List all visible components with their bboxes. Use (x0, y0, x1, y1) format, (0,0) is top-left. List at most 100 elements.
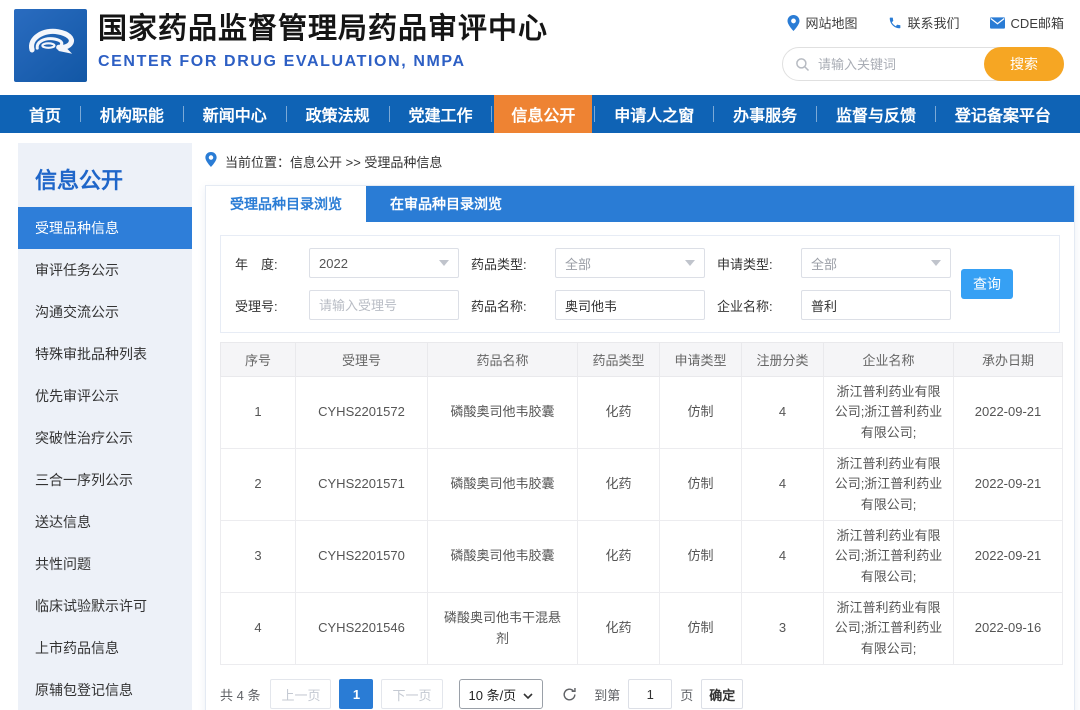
sidebar-item-review-tasks[interactable]: 审评任务公示 (18, 249, 192, 291)
current-page-button[interactable]: 1 (339, 679, 373, 709)
tab-bar: 受理品种目录浏览 在审品种目录浏览 (206, 186, 1074, 222)
nav-item-policy[interactable]: 政策法规 (289, 95, 387, 133)
cell-reg-class: 4 (742, 521, 824, 593)
nav-item-supervision[interactable]: 监督与反馈 (819, 95, 933, 133)
tab-under-review-catalog[interactable]: 在审品种目录浏览 (366, 186, 526, 222)
search-input[interactable] (818, 57, 984, 72)
sidebar-item-three-in-one[interactable]: 三合一序列公示 (18, 459, 192, 501)
cell-seq: 3 (221, 521, 296, 593)
cell-date: 2022-09-16 (954, 593, 1063, 665)
sidebar-item-special-approval[interactable]: 特殊审批品种列表 (18, 333, 192, 375)
col-header-reg-class: 注册分类 (742, 343, 824, 377)
goto-confirm-button[interactable]: 确定 (701, 679, 743, 709)
cell-drug-type: 化药 (578, 521, 660, 593)
sidebar-item-common-issues[interactable]: 共性问题 (18, 543, 192, 585)
cell-company: 浙江普利药业有限公司;浙江普利药业有限公司; (824, 449, 954, 521)
nav-item-applicant-window[interactable]: 申请人之窗 (597, 95, 711, 133)
sidebar-item-clinical-trial-license[interactable]: 临床试验默示许可 (18, 585, 192, 627)
breadcrumb: 当前位置：信息公开 >> 受理品种信息 (205, 143, 1075, 179)
sidebar: 信息公开 受理品种信息 审评任务公示 沟通交流公示 特殊审批品种列表 优先审评公… (18, 143, 192, 710)
filter-panel: 年 度: 2022 药品类型: 全部 申请类型: 全部 (220, 235, 1060, 333)
site-title-block: 国家药品监督管理局药品审评中心 CENTER FOR DRUG EVALUATI… (98, 9, 548, 71)
table-row: 4 CYHS2201546 磷酸奥司他韦干混悬剂 化药 仿制 3 浙江普利药业有… (221, 593, 1063, 665)
acceptance-no-label: 受理号: (235, 296, 297, 315)
cell-apply-type: 仿制 (660, 593, 742, 665)
mail-icon (990, 17, 1005, 29)
col-header-drug-name: 药品名称 (428, 343, 578, 377)
col-header-apply-type: 申请类型 (660, 343, 742, 377)
table-header-row: 序号 受理号 药品名称 药品类型 申请类型 注册分类 企业名称 承办日期 (221, 343, 1063, 377)
pagination: 共 4 条 上一页 1 下一页 10 条/页 到第 页 (220, 679, 1060, 709)
sidebar-item-marketed-drugs[interactable]: 上市药品信息 (18, 627, 192, 669)
breadcrumb-label: 当前位置：信息公开 >> 受理品种信息 (225, 152, 442, 171)
nav-item-functions[interactable]: 机构职能 (83, 95, 181, 133)
refresh-icon[interactable] (561, 686, 578, 703)
cell-drug-name: 磷酸奥司他韦胶囊 (428, 377, 578, 449)
cell-company: 浙江普利药业有限公司;浙江普利药业有限公司; (824, 593, 954, 665)
col-header-acceptance-no: 受理号 (296, 343, 428, 377)
nav-item-services[interactable]: 办事服务 (716, 95, 814, 133)
cell-acceptance-no: CYHS2201546 (296, 593, 428, 665)
nav-item-info-disclosure[interactable]: 信息公开 (494, 95, 592, 133)
col-header-drug-type: 药品类型 (578, 343, 660, 377)
mailbox-link[interactable]: CDE邮箱 (990, 13, 1064, 32)
cell-acceptance-no: CYHS2201570 (296, 521, 428, 593)
location-pin-icon (787, 15, 800, 31)
tab-accepted-catalog[interactable]: 受理品种目录浏览 (206, 186, 366, 222)
nav-item-home[interactable]: 首页 (12, 95, 78, 133)
page-size-select[interactable]: 10 条/页 (459, 679, 544, 709)
page: 国家药品监督管理局药品审评中心 CENTER FOR DRUG EVALUATI… (0, 0, 1080, 710)
acceptance-no-input[interactable] (309, 290, 459, 320)
cell-apply-type: 仿制 (660, 521, 742, 593)
prev-page-button[interactable]: 上一页 (270, 679, 331, 709)
mailbox-link-label: CDE邮箱 (1011, 13, 1064, 32)
cell-drug-name: 磷酸奥司他韦干混悬剂 (428, 593, 578, 665)
apply-type-label: 申请类型: (717, 254, 789, 273)
cell-seq: 4 (221, 593, 296, 665)
cell-drug-name: 磷酸奥司他韦胶囊 (428, 449, 578, 521)
pagination-total: 共 4 条 (220, 685, 260, 704)
nav-item-party[interactable]: 党建工作 (392, 95, 490, 133)
breadcrumb-pin-icon (205, 152, 217, 170)
next-page-button[interactable]: 下一页 (381, 679, 442, 709)
cell-acceptance-no: CYHS2201572 (296, 377, 428, 449)
results-table: 序号 受理号 药品名称 药品类型 申请类型 注册分类 企业名称 承办日期 1 C… (220, 342, 1063, 665)
col-header-seq: 序号 (221, 343, 296, 377)
col-header-date: 承办日期 (954, 343, 1063, 377)
sidebar-item-accepted-varieties[interactable]: 受理品种信息 (18, 207, 192, 249)
sidebar-title: 信息公开 (18, 143, 192, 207)
cell-acceptance-no: CYHS2201571 (296, 449, 428, 521)
sidebar-item-communication[interactable]: 沟通交流公示 (18, 291, 192, 333)
query-button[interactable]: 查询 (961, 269, 1013, 299)
cell-reg-class: 3 (742, 593, 824, 665)
company-input[interactable] (801, 290, 951, 320)
select-chevron-icon (523, 687, 533, 702)
table-row: 1 CYHS2201572 磷酸奥司他韦胶囊 化药 仿制 4 浙江普利药业有限公… (221, 377, 1063, 449)
apply-type-select[interactable]: 全部 (801, 248, 951, 278)
cde-logo (14, 9, 87, 82)
site-title-cn: 国家药品监督管理局药品审评中心 (98, 9, 548, 49)
chevron-down-icon (439, 260, 449, 266)
sidebar-item-delivery-info[interactable]: 送达信息 (18, 501, 192, 543)
contact-link[interactable]: 联系我们 (888, 13, 960, 32)
chevron-down-icon (685, 260, 695, 266)
cell-drug-type: 化药 (578, 593, 660, 665)
goto-page-label: 到第 (594, 685, 620, 704)
contact-link-label: 联系我们 (908, 13, 960, 32)
sidebar-item-priority-review[interactable]: 优先审评公示 (18, 375, 192, 417)
drug-type-select[interactable]: 全部 (555, 248, 705, 278)
nav-item-registration-platform[interactable]: 登记备案平台 (938, 95, 1068, 133)
table-row: 2 CYHS2201571 磷酸奥司他韦胶囊 化药 仿制 4 浙江普利药业有限公… (221, 449, 1063, 521)
search-button[interactable]: 搜索 (984, 47, 1064, 81)
drug-name-input[interactable] (555, 290, 705, 320)
sidebar-item-excipient-registration[interactable]: 原辅包登记信息 (18, 669, 192, 710)
cde-logo-icon (20, 12, 82, 79)
nav-item-news[interactable]: 新闻中心 (186, 95, 284, 133)
header-quick-links: 网站地图 联系我们 CDE邮箱 (787, 13, 1064, 32)
goto-page-input[interactable] (628, 679, 672, 709)
site-search: 搜索 (782, 47, 1064, 81)
sidebar-item-breakthrough-therapy[interactable]: 突破性治疗公示 (18, 417, 192, 459)
sitemap-link[interactable]: 网站地图 (787, 13, 858, 32)
site-header: 国家药品监督管理局药品审评中心 CENTER FOR DRUG EVALUATI… (0, 0, 1080, 95)
year-select[interactable]: 2022 (309, 248, 459, 278)
